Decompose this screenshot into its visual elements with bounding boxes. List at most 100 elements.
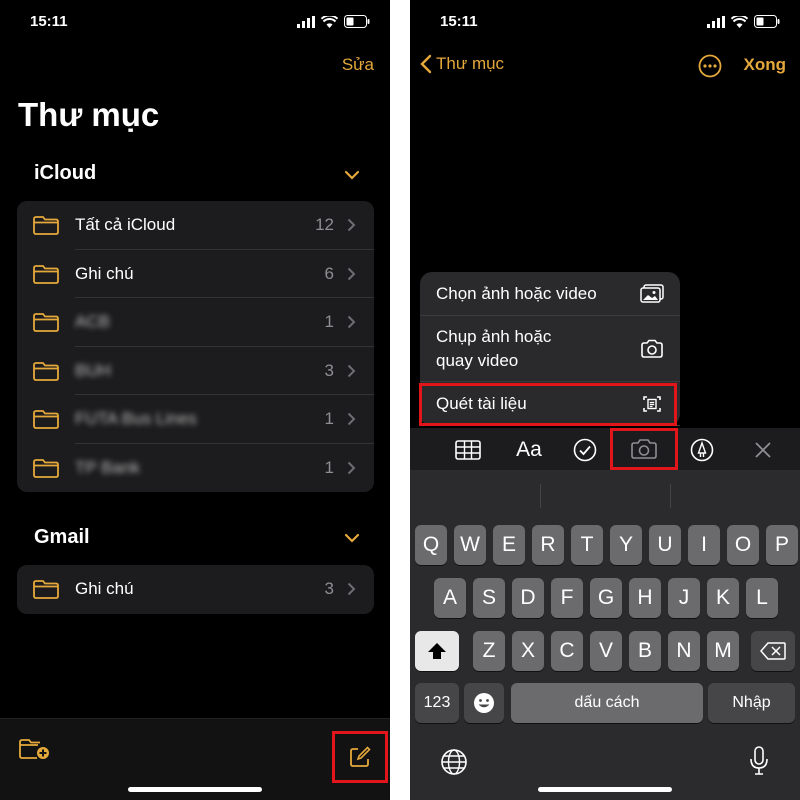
folder-count: 3 [324, 579, 334, 599]
folder-name: TP Bank [75, 457, 140, 477]
key-g[interactable]: G [590, 578, 622, 618]
shift-icon [428, 643, 446, 659]
status-bar: 15:11 [410, 0, 800, 44]
chevron-right-icon [347, 583, 356, 596]
folder-row[interactable]: FUTA Bus Lines 1 [17, 395, 374, 444]
note-editor-screen: 15:11 Thư mục Xong Chọn ảnh hoặc video C… [410, 0, 800, 800]
wifi-icon [731, 15, 748, 28]
key-i[interactable]: I [688, 525, 720, 565]
menu-item-choose-photo[interactable]: Chọn ảnh hoặc video [420, 272, 680, 316]
key-r[interactable]: R [532, 525, 564, 565]
folder-row[interactable]: Ghi chú 3 [17, 565, 374, 614]
key-f[interactable]: F [551, 578, 583, 618]
folder-icon [33, 264, 59, 284]
key-l[interactable]: L [746, 578, 778, 618]
key-m[interactable]: M [707, 631, 739, 671]
numbers-key[interactable]: 123 [415, 683, 459, 723]
folder-icon [33, 361, 59, 381]
keyboard: Q W E R T Y U I O P A S D F G H J K L Z … [410, 470, 800, 800]
markup-button[interactable] [689, 437, 715, 463]
camera-menu: Chọn ảnh hoặc video Chụp ảnh hoặc quay v… [419, 272, 680, 426]
key-b[interactable]: B [629, 631, 661, 671]
menu-item-scan-document[interactable]: Quét tài liệu [420, 382, 680, 426]
more-options-icon[interactable] [698, 54, 722, 78]
back-button[interactable]: Thư mục [420, 54, 504, 74]
folder-count: 1 [324, 409, 334, 429]
key-d[interactable]: D [512, 578, 544, 618]
folder-row[interactable]: ACB 1 [17, 298, 374, 347]
folder-row[interactable]: TP Bank 1 [17, 444, 374, 493]
emoji-key[interactable] [464, 683, 504, 723]
chevron-down-icon[interactable] [344, 170, 360, 180]
folder-row[interactable]: Tất cả iCloud 12 [17, 201, 374, 250]
scan-document-icon [643, 395, 661, 412]
folder-count: 3 [324, 360, 334, 380]
section-header-icloud[interactable]: iCloud [34, 162, 96, 185]
key-t[interactable]: T [571, 525, 603, 565]
edit-button[interactable]: Sửa [342, 55, 374, 75]
key-v[interactable]: V [590, 631, 622, 671]
camera-button[interactable] [610, 428, 678, 470]
space-key[interactable]: dấu cách [511, 683, 703, 723]
microphone-icon[interactable] [749, 746, 769, 776]
back-label: Thư mục [436, 54, 505, 73]
globe-icon[interactable] [440, 748, 468, 776]
key-h[interactable]: H [629, 578, 661, 618]
key-o[interactable]: O [727, 525, 759, 565]
close-toolbar-button[interactable] [752, 437, 774, 463]
key-e[interactable]: E [493, 525, 525, 565]
key-p[interactable]: P [766, 525, 798, 565]
bottom-toolbar [0, 718, 390, 800]
key-y[interactable]: Y [610, 525, 642, 565]
backspace-icon [760, 642, 786, 660]
chevron-right-icon [347, 413, 356, 426]
battery-icon [344, 15, 370, 28]
key-n[interactable]: N [668, 631, 700, 671]
gmail-folder-list: Ghi chú 3 [17, 565, 374, 614]
key-s[interactable]: S [473, 578, 505, 618]
folder-row[interactable]: Ghi chú 6 [17, 250, 374, 298]
new-folder-icon[interactable] [18, 736, 50, 762]
key-a[interactable]: A [434, 578, 466, 618]
key-w[interactable]: W [454, 525, 486, 565]
status-time: 15:11 [30, 13, 68, 30]
chevron-right-icon [347, 219, 356, 232]
key-c[interactable]: C [551, 631, 583, 671]
format-button[interactable]: Aa [512, 437, 546, 463]
home-indicator [538, 787, 672, 792]
battery-icon [754, 15, 780, 28]
shift-key[interactable] [415, 631, 459, 671]
icloud-folder-list: Tất cả iCloud 12 Ghi chú 6 ACB 1 BUH 3 F… [17, 201, 374, 492]
camera-icon [631, 439, 657, 459]
section-header-gmail[interactable]: Gmail [34, 526, 90, 549]
table-button[interactable] [454, 437, 482, 463]
key-z[interactable]: Z [473, 631, 505, 671]
checklist-button[interactable] [572, 437, 598, 463]
close-icon [755, 442, 771, 458]
folder-icon [33, 410, 59, 429]
key-k[interactable]: K [707, 578, 739, 618]
return-key[interactable]: Nhập [708, 683, 795, 723]
folder-name: Ghi chú [75, 263, 134, 283]
wifi-icon [321, 15, 338, 28]
key-u[interactable]: U [649, 525, 681, 565]
compose-button[interactable] [332, 731, 388, 783]
chevron-left-icon [420, 54, 432, 74]
folder-icon [33, 216, 59, 235]
chevron-down-icon[interactable] [344, 533, 360, 543]
menu-item-label: Chọn ảnh hoặc video [436, 283, 597, 303]
folder-count: 1 [324, 312, 334, 332]
delete-key[interactable] [751, 631, 795, 671]
folder-row[interactable]: BUH 3 [17, 347, 374, 395]
folder-name: Tất cả iCloud [75, 215, 176, 235]
folder-name: BUH [75, 360, 111, 380]
key-j[interactable]: J [668, 578, 700, 618]
menu-item-label: Quét tài liệu [436, 393, 527, 413]
note-toolbar: Aa [410, 428, 800, 470]
done-button[interactable]: Xong [744, 55, 787, 75]
key-x[interactable]: X [512, 631, 544, 671]
compose-icon [350, 746, 371, 767]
signal-icon [707, 15, 725, 28]
menu-item-take-photo[interactable]: Chụp ảnh hoặc quay video [420, 316, 680, 382]
key-q[interactable]: Q [415, 525, 447, 565]
